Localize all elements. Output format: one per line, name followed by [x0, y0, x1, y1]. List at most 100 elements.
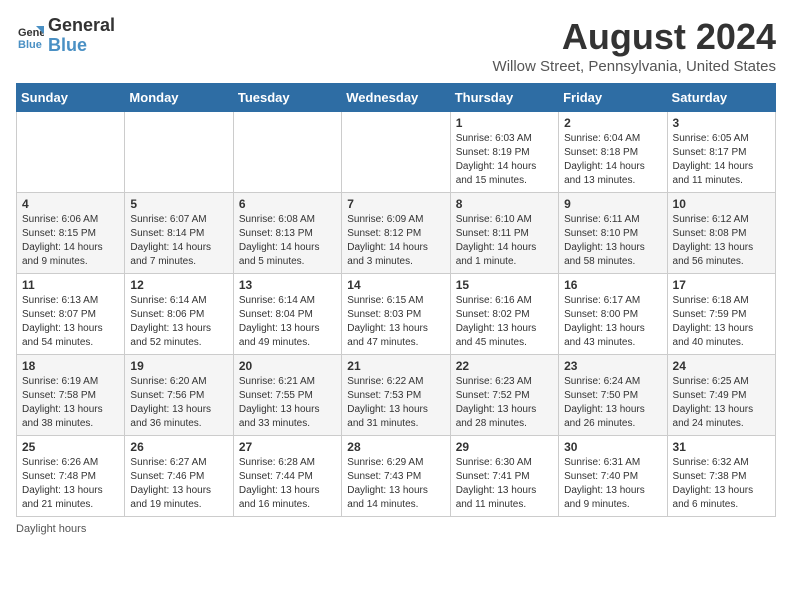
calendar-cell: 30 Sunrise: 6:31 AM Sunset: 7:40 PM Dayli…: [559, 436, 667, 517]
calendar-cell: 27 Sunrise: 6:28 AM Sunset: 7:44 PM Dayli…: [233, 436, 341, 517]
calendar-week-row: 1 Sunrise: 6:03 AM Sunset: 8:19 PM Daylig…: [17, 112, 776, 193]
month-year-title: August 2024: [493, 16, 776, 58]
day-number: 9: [564, 197, 661, 211]
day-info: Sunrise: 6:09 AM Sunset: 8:12 PM Dayligh…: [347, 213, 444, 269]
day-number: 27: [239, 440, 336, 454]
calendar-cell: 4 Sunrise: 6:06 AM Sunset: 8:15 PM Daylig…: [17, 193, 125, 274]
day-info: Sunrise: 6:27 AM Sunset: 7:46 PM Dayligh…: [130, 456, 227, 512]
day-number: 31: [673, 440, 770, 454]
day-number: 19: [130, 359, 227, 373]
day-info: Sunrise: 6:13 AM Sunset: 8:07 PM Dayligh…: [22, 294, 119, 350]
calendar-cell: 2 Sunrise: 6:04 AM Sunset: 8:18 PM Daylig…: [559, 112, 667, 193]
day-info: Sunrise: 6:08 AM Sunset: 8:13 PM Dayligh…: [239, 213, 336, 269]
calendar-day-header: Wednesday: [342, 84, 450, 112]
day-info: Sunrise: 6:11 AM Sunset: 8:10 PM Dayligh…: [564, 213, 661, 269]
day-info: Sunrise: 6:23 AM Sunset: 7:52 PM Dayligh…: [456, 375, 553, 431]
footer-text: Daylight hours: [16, 523, 86, 535]
day-info: Sunrise: 6:03 AM Sunset: 8:19 PM Dayligh…: [456, 132, 553, 188]
day-number: 15: [456, 278, 553, 292]
calendar-week-row: 4 Sunrise: 6:06 AM Sunset: 8:15 PM Daylig…: [17, 193, 776, 274]
calendar-cell: 5Sunrise: 6:07 AM Sunset: 8:14 PM Daylig…: [125, 193, 233, 274]
logo-icon: General Blue: [16, 22, 44, 50]
day-info: Sunrise: 6:06 AM Sunset: 8:15 PM Dayligh…: [22, 213, 119, 269]
day-number: 20: [239, 359, 336, 373]
calendar-cell: 28Sunrise: 6:29 AM Sunset: 7:43 PM Dayli…: [342, 436, 450, 517]
day-info: Sunrise: 6:07 AM Sunset: 8:14 PM Dayligh…: [130, 213, 227, 269]
calendar-week-row: 25Sunrise: 6:26 AM Sunset: 7:48 PM Dayli…: [17, 436, 776, 517]
calendar-cell: 3Sunrise: 6:05 AM Sunset: 8:17 PM Daylig…: [667, 112, 775, 193]
day-number: 11: [22, 278, 119, 292]
location-subtitle: Willow Street, Pennsylvania, United Stat…: [493, 58, 776, 75]
day-number: 13: [239, 278, 336, 292]
day-number: 30: [564, 440, 661, 454]
day-number: 17: [673, 278, 770, 292]
calendar-cell: 18 Sunrise: 6:19 AM Sunset: 7:58 PM Dayli…: [17, 355, 125, 436]
day-info: Sunrise: 6:28 AM Sunset: 7:44 PM Dayligh…: [239, 456, 336, 512]
day-info: Sunrise: 6:12 AM Sunset: 8:08 PM Dayligh…: [673, 213, 770, 269]
day-info: Sunrise: 6:31 AM Sunset: 7:40 PM Dayligh…: [564, 456, 661, 512]
calendar-cell: 22Sunrise: 6:23 AM Sunset: 7:52 PM Dayli…: [450, 355, 558, 436]
calendar-cell: [17, 112, 125, 193]
day-number: 8: [456, 197, 553, 211]
day-info: Sunrise: 6:05 AM Sunset: 8:17 PM Dayligh…: [673, 132, 770, 188]
day-number: 4: [22, 197, 119, 211]
calendar-cell: 20Sunrise: 6:21 AM Sunset: 7:55 PM Dayli…: [233, 355, 341, 436]
calendar-cell: 31 Sunrise: 6:32 AM Sunset: 7:38 PM Dayli…: [667, 436, 775, 517]
day-number: 18: [22, 359, 119, 373]
logo: General Blue GeneralBlue: [16, 16, 115, 56]
day-number: 21: [347, 359, 444, 373]
day-number: 2: [564, 116, 661, 130]
calendar-header-row: SundayMondayTuesdayWednesdayThursdayFrid…: [17, 84, 776, 112]
day-number: 23: [564, 359, 661, 373]
calendar-day-header: Monday: [125, 84, 233, 112]
day-info: Sunrise: 6:19 AM Sunset: 7:58 PM Dayligh…: [22, 375, 119, 431]
day-number: 16: [564, 278, 661, 292]
calendar-cell: 23 Sunrise: 6:24 AM Sunset: 7:50 PM Dayli…: [559, 355, 667, 436]
calendar-cell: 24 Sunrise: 6:25 AM Sunset: 7:49 PM Dayli…: [667, 355, 775, 436]
page-header: General Blue GeneralBlue August 2024 Wil…: [16, 16, 776, 75]
day-info: Sunrise: 6:25 AM Sunset: 7:49 PM Dayligh…: [673, 375, 770, 431]
title-block: August 2024 Willow Street, Pennsylvania,…: [493, 16, 776, 75]
calendar-week-row: 11 Sunrise: 6:13 AM Sunset: 8:07 PM Dayli…: [17, 274, 776, 355]
calendar-cell: 19 Sunrise: 6:20 AM Sunset: 7:56 PM Dayli…: [125, 355, 233, 436]
calendar-cell: 1 Sunrise: 6:03 AM Sunset: 8:19 PM Daylig…: [450, 112, 558, 193]
calendar-day-header: Sunday: [17, 84, 125, 112]
day-info: Sunrise: 6:16 AM Sunset: 8:02 PM Dayligh…: [456, 294, 553, 350]
day-info: Sunrise: 6:18 AM Sunset: 7:59 PM Dayligh…: [673, 294, 770, 350]
day-info: Sunrise: 6:17 AM Sunset: 8:00 PM Dayligh…: [564, 294, 661, 350]
calendar-day-header: Tuesday: [233, 84, 341, 112]
day-info: Sunrise: 6:15 AM Sunset: 8:03 PM Dayligh…: [347, 294, 444, 350]
calendar-cell: 26Sunrise: 6:27 AM Sunset: 7:46 PM Dayli…: [125, 436, 233, 517]
day-info: Sunrise: 6:24 AM Sunset: 7:50 PM Dayligh…: [564, 375, 661, 431]
calendar-day-header: Saturday: [667, 84, 775, 112]
day-info: Sunrise: 6:20 AM Sunset: 7:56 PM Dayligh…: [130, 375, 227, 431]
calendar-day-header: Friday: [559, 84, 667, 112]
calendar-cell: 16 Sunrise: 6:17 AM Sunset: 8:00 PM Dayli…: [559, 274, 667, 355]
day-number: 29: [456, 440, 553, 454]
calendar-cell: 12Sunrise: 6:14 AM Sunset: 8:06 PM Dayli…: [125, 274, 233, 355]
calendar-cell: [342, 112, 450, 193]
calendar-cell: 11 Sunrise: 6:13 AM Sunset: 8:07 PM Dayli…: [17, 274, 125, 355]
calendar-cell: 14 Sunrise: 6:15 AM Sunset: 8:03 PM Dayli…: [342, 274, 450, 355]
svg-text:Blue: Blue: [18, 39, 42, 50]
day-info: Sunrise: 6:14 AM Sunset: 8:04 PM Dayligh…: [239, 294, 336, 350]
calendar-cell: 21Sunrise: 6:22 AM Sunset: 7:53 PM Dayli…: [342, 355, 450, 436]
day-info: Sunrise: 6:32 AM Sunset: 7:38 PM Dayligh…: [673, 456, 770, 512]
day-number: 6: [239, 197, 336, 211]
calendar-cell: [125, 112, 233, 193]
calendar-day-header: Thursday: [450, 84, 558, 112]
day-number: 1: [456, 116, 553, 130]
calendar-cell: 13 Sunrise: 6:14 AM Sunset: 8:04 PM Dayli…: [233, 274, 341, 355]
calendar-cell: 9 Sunrise: 6:11 AM Sunset: 8:10 PM Daylig…: [559, 193, 667, 274]
day-number: 10: [673, 197, 770, 211]
calendar-cell: 6 Sunrise: 6:08 AM Sunset: 8:13 PM Daylig…: [233, 193, 341, 274]
day-info: Sunrise: 6:04 AM Sunset: 8:18 PM Dayligh…: [564, 132, 661, 188]
day-number: 28: [347, 440, 444, 454]
calendar-table: SundayMondayTuesdayWednesdayThursdayFrid…: [16, 83, 776, 517]
day-number: 24: [673, 359, 770, 373]
calendar-cell: [233, 112, 341, 193]
day-number: 7: [347, 197, 444, 211]
day-number: 14: [347, 278, 444, 292]
day-info: Sunrise: 6:30 AM Sunset: 7:41 PM Dayligh…: [456, 456, 553, 512]
calendar-week-row: 18 Sunrise: 6:19 AM Sunset: 7:58 PM Dayli…: [17, 355, 776, 436]
